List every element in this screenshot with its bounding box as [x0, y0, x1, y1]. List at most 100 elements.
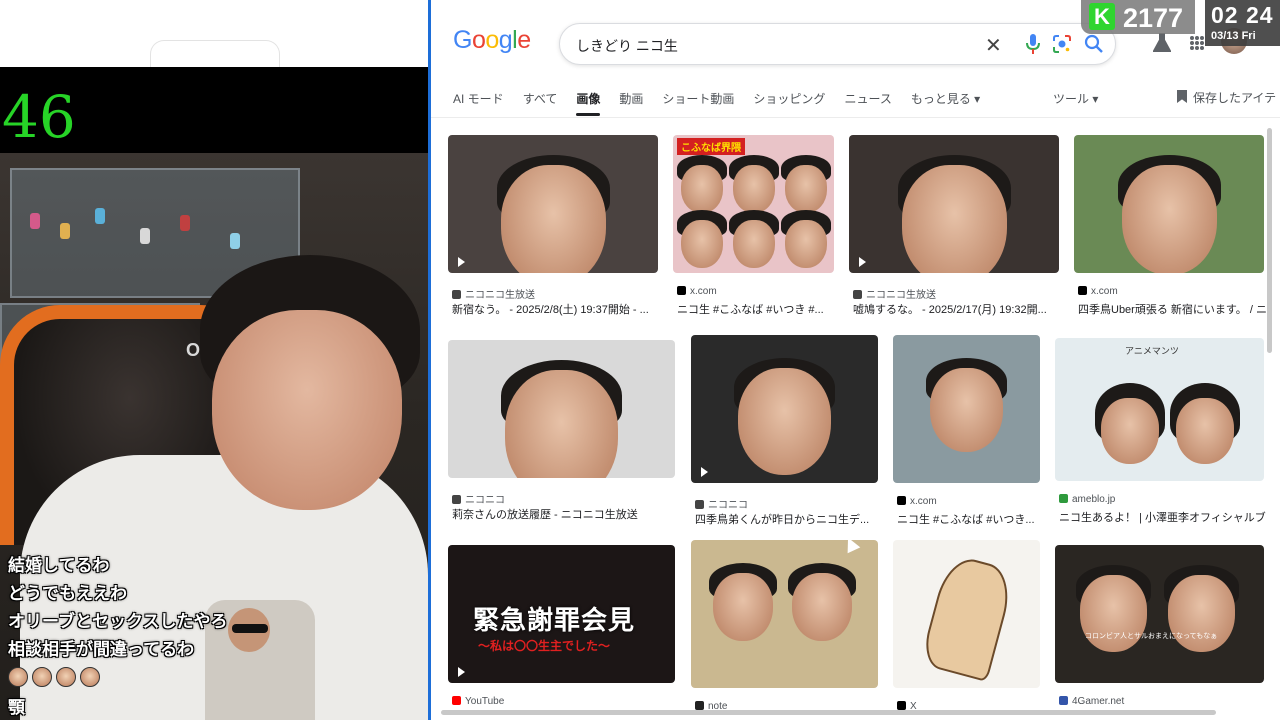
result-source[interactable]: x.com	[897, 496, 937, 507]
result-caption[interactable]: ニコ生 #こふなば #いつき...	[897, 511, 1048, 527]
labs-flask-icon[interactable]	[1153, 33, 1171, 53]
tab-short-videos[interactable]: ショート動画	[662, 88, 734, 118]
result-thumbnail[interactable]: 緊急謝罪会見 〜私は〇〇生主でした〜	[448, 545, 675, 683]
thumbnail-banner: こふなば界隈	[677, 138, 745, 155]
browser-window: Google しきどり ニコ生 ✕ K 2177 02 24 03/13 Fri	[428, 0, 1280, 720]
image-result-card[interactable]: 緊急謝罪会見 〜私は〇〇生主でした〜 YouTube	[448, 545, 675, 720]
image-result-card[interactable]: x.com 四季鳥Uber頑張る 新宿にいます。 / ニ	[1074, 135, 1267, 321]
result-caption[interactable]: 新宿なう。 - 2025/2/8(土) 19:37開始 - ...	[452, 301, 666, 317]
result-thumbnail[interactable]	[691, 335, 878, 483]
horse-drawing	[919, 552, 1017, 683]
image-result-card[interactable]: コロンビア人とサルおまえになってもなぁ 4Gamer.net	[1055, 545, 1264, 720]
clear-icon[interactable]: ✕	[985, 33, 1002, 58]
result-thumbnail[interactable]: コロンビア人とサルおまえになってもなぁ	[1055, 545, 1264, 683]
tab-ai-mode[interactable]: AI モード	[453, 88, 504, 118]
person-face	[1176, 398, 1235, 464]
play-icon	[458, 667, 465, 677]
tab-videos[interactable]: 動画	[619, 88, 643, 118]
logo-letter: o	[471, 26, 486, 54]
source-name: 4Gamer.net	[1072, 696, 1125, 707]
image-result-card[interactable]: こふなば界隈 x.com ニコ生 #こふなば #いつき #...	[673, 135, 834, 321]
source-favicon-icon	[1059, 696, 1068, 705]
play-icon	[458, 257, 465, 267]
mic-icon[interactable]	[1026, 34, 1040, 54]
source-name: ニコニコ	[465, 495, 505, 506]
vertical-scrollbar[interactable]	[1267, 128, 1272, 353]
k-counter-badge: K 2177	[1081, 0, 1195, 34]
source-favicon-icon	[897, 496, 906, 505]
search-input[interactable]: しきどり ニコ生	[576, 36, 678, 56]
source-name: ニコニコ生放送	[866, 290, 936, 301]
result-caption[interactable]: 四季鳥Uber頑張る 新宿にいます。 / ニ	[1078, 301, 1272, 317]
result-thumbnail[interactable]	[1074, 135, 1264, 273]
horizontal-scrollbar[interactable]	[441, 710, 1216, 715]
image-result-card[interactable]: X	[893, 540, 1040, 720]
result-thumbnail[interactable]	[893, 540, 1040, 688]
result-thumbnail[interactable]	[448, 135, 658, 273]
tab-all[interactable]: すべて	[523, 88, 558, 118]
result-source[interactable]: 4Gamer.net	[1059, 696, 1124, 707]
figurine	[140, 228, 150, 244]
tab-images[interactable]: 画像	[576, 88, 601, 118]
lens-icon[interactable]	[1053, 35, 1071, 53]
result-source[interactable]: ameblo.jp	[1059, 494, 1115, 505]
result-source[interactable]: ニコニコ	[452, 491, 505, 506]
comment-list: 結婚してるわ どうでもええわ オリーブとセックスしたやろ 相談相手が間違ってるわ	[0, 552, 260, 664]
k-count: 2177	[1123, 3, 1184, 33]
result-thumbnail[interactable]	[849, 135, 1059, 273]
image-result-card[interactable]: note	[691, 540, 878, 720]
search-box[interactable]: しきどり ニコ生 ✕	[559, 23, 1116, 65]
figurine	[60, 223, 70, 239]
image-result-card[interactable]: x.com ニコ生 #こふなば #いつき...	[893, 335, 1040, 531]
face-emoji-icon	[8, 667, 28, 687]
anime-caption-text: アニメマンツ	[1125, 346, 1179, 356]
stream-panel: 46 OITA 結婚してるわ どうでもええわ オリーブとセックスしたやろ 相談相…	[0, 0, 428, 720]
result-thumbnail[interactable]	[448, 340, 675, 478]
result-caption[interactable]: 嘘鳩するな。 - 2025/2/17(月) 19:32開...	[853, 301, 1067, 317]
result-source[interactable]: x.com	[677, 286, 717, 297]
result-source[interactable]: ニコニコ生放送	[853, 286, 936, 301]
image-result-card[interactable]: ニコニコ生放送 新宿なう。 - 2025/2/8(土) 19:37開始 - ...	[448, 135, 658, 321]
image-result-card[interactable]: アニメマンツ ameblo.jp ニコ生あるよ！ | 小澤亜李オフィシャルブ	[1055, 338, 1266, 529]
source-favicon-icon	[853, 290, 862, 299]
result-caption[interactable]: 四季鳥弟くんが昨日からニコ生デ...	[695, 511, 886, 527]
result-source[interactable]: ニコニコ	[695, 496, 748, 511]
source-favicon-icon	[452, 696, 461, 705]
stream-top-blank	[0, 0, 428, 70]
person-face	[681, 220, 723, 269]
comment-line: オリーブとセックスしたやろ	[8, 612, 228, 631]
search-icon[interactable]	[1084, 34, 1104, 54]
result-source[interactable]: YouTube	[452, 696, 504, 707]
person-face	[1100, 398, 1159, 464]
result-caption[interactable]: ニコ生 #こふなば #いつき #...	[677, 301, 842, 317]
tools-button[interactable]: ツール ▾	[1053, 90, 1098, 107]
apps-grid-icon[interactable]	[1190, 36, 1204, 50]
tab-news[interactable]: ニュース	[844, 88, 891, 118]
tab-divider	[431, 117, 1280, 118]
result-caption[interactable]: ニコ生あるよ！ | 小澤亜李オフィシャルブ	[1059, 509, 1272, 525]
result-thumbnail[interactable]	[691, 540, 878, 688]
image-result-card[interactable]: ニコニコ 莉奈さんの放送履歴 - ニコニコ生放送	[448, 340, 675, 526]
saved-items-button[interactable]: 保存したアイテ	[1177, 89, 1276, 106]
result-source[interactable]: ニコニコ生放送	[452, 286, 535, 301]
image-result-card[interactable]: ニコニコ 四季鳥弟くんが昨日からニコ生デ...	[691, 335, 878, 531]
logo-letter: o	[485, 26, 499, 54]
source-name: x.com	[910, 496, 937, 507]
logo-letter: e	[517, 26, 531, 54]
result-source[interactable]: x.com	[1078, 286, 1118, 297]
result-thumbnail[interactable]	[893, 335, 1040, 483]
figurine	[30, 213, 40, 229]
result-thumbnail[interactable]: アニメマンツ	[1055, 338, 1264, 481]
source-name: YouTube	[465, 696, 505, 707]
source-favicon-icon	[452, 495, 461, 504]
person-face	[681, 165, 723, 214]
image-result-card[interactable]: ニコニコ生放送 嘘鳩するな。 - 2025/2/17(月) 19:32開...	[849, 135, 1059, 321]
source-favicon-icon	[1078, 286, 1087, 295]
tab-more[interactable]: もっと見る ▾	[911, 88, 980, 118]
source-favicon-icon	[452, 290, 461, 299]
result-thumbnail[interactable]: こふなば界隈	[673, 135, 834, 273]
result-caption[interactable]: 莉奈さんの放送履歴 - ニコニコ生放送	[452, 506, 683, 522]
person-face	[785, 165, 827, 214]
google-logo[interactable]: Google	[453, 26, 531, 55]
tab-shopping[interactable]: ショッピング	[753, 88, 825, 118]
